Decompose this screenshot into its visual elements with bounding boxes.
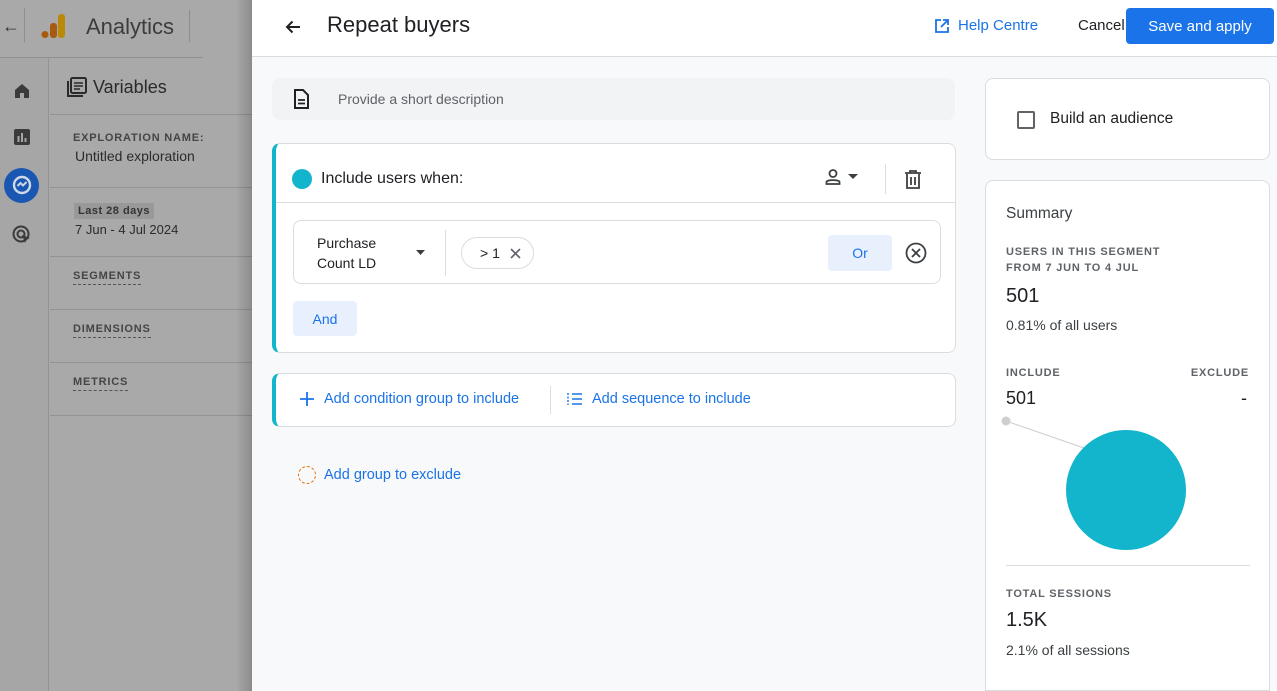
users-share: 0.81% of all users — [1006, 317, 1118, 333]
divider — [189, 10, 190, 42]
exclude-dashed-circle-icon — [298, 466, 316, 484]
date-range[interactable]: 7 Jun - 4 Jul 2024 — [75, 222, 178, 237]
dimension-selector[interactable]: Purchase Count LD — [294, 221, 445, 283]
include-group-header: Include users when: — [276, 144, 955, 203]
filter-chip-label: > 1 — [480, 245, 500, 261]
exclude-label: EXCLUDE — [1190, 367, 1249, 379]
person-icon — [825, 169, 841, 185]
summary-card: Summary USERS IN THIS SEGMENT FROM 7 JUN… — [985, 180, 1270, 691]
background-app: ← Analytics Variables EXPLORATION NAME: … — [0, 0, 260, 691]
app-topbar: ← Analytics — [0, 0, 260, 57]
add-sequence-button[interactable]: Add sequence to include — [567, 391, 751, 407]
dimension-name-line1: Purchase — [317, 235, 377, 251]
sessions-value: 1.5K — [1006, 609, 1048, 631]
home-icon[interactable] — [9, 78, 35, 104]
metrics-section[interactable]: METRICS — [73, 376, 129, 391]
include-condition-group: Include users when: Purchase Count LD > … — [272, 143, 956, 353]
add-condition-group-label: Add condition group to include — [324, 391, 520, 407]
drawer-header: Repeat buyers Help Centre Cancel Save an… — [252, 0, 1277, 57]
dimension-name-line2: Count LD — [317, 255, 377, 271]
caret-down-icon — [848, 174, 858, 179]
divider — [550, 386, 551, 414]
filter-chip[interactable]: > 1 — [461, 237, 534, 269]
cancel-button[interactable]: Cancel — [1078, 17, 1125, 34]
include-label: INCLUDE — [1006, 367, 1061, 379]
divider — [885, 164, 886, 194]
exploration-name[interactable]: Untitled exploration — [75, 148, 195, 164]
delete-group-button[interactable] — [902, 168, 924, 190]
save-and-apply-button[interactable]: Save and apply — [1126, 8, 1274, 44]
analytics-logo-icon — [41, 14, 65, 38]
remove-condition-icon[interactable] — [905, 242, 927, 264]
explore-icon[interactable] — [9, 172, 35, 198]
segment-title[interactable]: Repeat buyers — [327, 12, 470, 38]
variables-panel: Variables EXPLORATION NAME: Untitled exp… — [50, 58, 260, 691]
include-group-title: Include users when: — [321, 170, 464, 187]
help-centre-label: Help Centre — [958, 17, 1039, 34]
divider — [50, 309, 260, 310]
sessions-caption: TOTAL SESSIONS — [1006, 588, 1112, 600]
description-field[interactable] — [272, 78, 955, 120]
variables-title: Variables — [93, 76, 167, 97]
build-audience-label[interactable]: Build an audience — [1050, 110, 1173, 128]
segment-editor-drawer: Repeat buyers Help Centre Cancel Save an… — [252, 0, 1277, 691]
users-value: 501 — [1006, 285, 1040, 307]
dimension-name: Purchase Count LD — [317, 233, 376, 273]
users-caption-line1: USERS IN THIS SEGMENT — [1006, 246, 1161, 258]
divider — [1006, 565, 1250, 566]
build-audience-card: Build an audience — [985, 78, 1270, 160]
add-include-bar: Add condition group to include Add seque… — [272, 373, 956, 427]
nav-rail — [0, 58, 49, 691]
pie-leader-line — [1005, 420, 1085, 449]
reports-icon[interactable] — [9, 124, 35, 150]
divider — [445, 230, 446, 276]
segments-section[interactable]: SEGMENTS — [73, 270, 142, 285]
sequence-icon — [567, 393, 582, 405]
app-name: Analytics — [86, 14, 175, 39]
caret-down-icon — [416, 250, 425, 255]
back-arrow-icon[interactable]: ← — [2, 16, 20, 37]
add-sequence-label: Add sequence to include — [592, 391, 751, 407]
description-icon — [291, 89, 311, 109]
users-caption: USERS IN THIS SEGMENT FROM 7 JUN TO 4 JU… — [1006, 244, 1160, 276]
open-in-new-icon — [935, 18, 949, 33]
or-button[interactable]: Or — [828, 235, 892, 271]
add-condition-group-button[interactable]: Add condition group to include — [300, 391, 519, 407]
plus-icon — [300, 392, 314, 406]
divider — [24, 8, 25, 42]
back-button[interactable] — [280, 14, 306, 40]
exploration-name-label: EXPLORATION NAME: — [73, 132, 205, 144]
sessions-share: 2.1% of all sessions — [1006, 642, 1130, 658]
dimensions-section[interactable]: DIMENSIONS — [73, 323, 151, 338]
trash-icon — [905, 169, 921, 189]
users-caption-line2: FROM 7 JUN TO 4 JUL — [1006, 262, 1139, 274]
drawer-shadow — [236, 0, 252, 691]
add-exclude-label: Add group to exclude — [324, 467, 462, 483]
pie-leader-dot — [1001, 416, 1011, 426]
segment-pie-chart — [1001, 416, 1186, 550]
condition-row: Purchase Count LD > 1 Or — [293, 220, 941, 284]
advertising-icon[interactable] — [9, 222, 35, 248]
divider — [50, 114, 260, 115]
pie-slice-include — [1066, 430, 1186, 550]
summary-title: Summary — [1006, 205, 1073, 222]
and-button[interactable]: And — [293, 301, 357, 336]
include-color-dot — [292, 169, 312, 189]
scope-selector[interactable] — [824, 168, 858, 186]
help-centre-link[interactable]: Help Centre — [934, 17, 1038, 34]
build-audience-checkbox[interactable] — [1017, 111, 1035, 129]
date-preset-chip[interactable]: Last 28 days — [74, 203, 155, 219]
divider — [50, 415, 260, 416]
divider — [50, 187, 260, 188]
variables-icon — [67, 77, 87, 97]
divider — [50, 256, 260, 257]
variables-header: Variables — [66, 76, 167, 98]
divider — [50, 362, 260, 363]
description-input[interactable] — [338, 91, 898, 107]
arrow-back-icon — [285, 20, 300, 34]
close-icon[interactable] — [510, 247, 521, 259]
add-exclude-group-button[interactable]: Add group to exclude — [298, 466, 461, 484]
